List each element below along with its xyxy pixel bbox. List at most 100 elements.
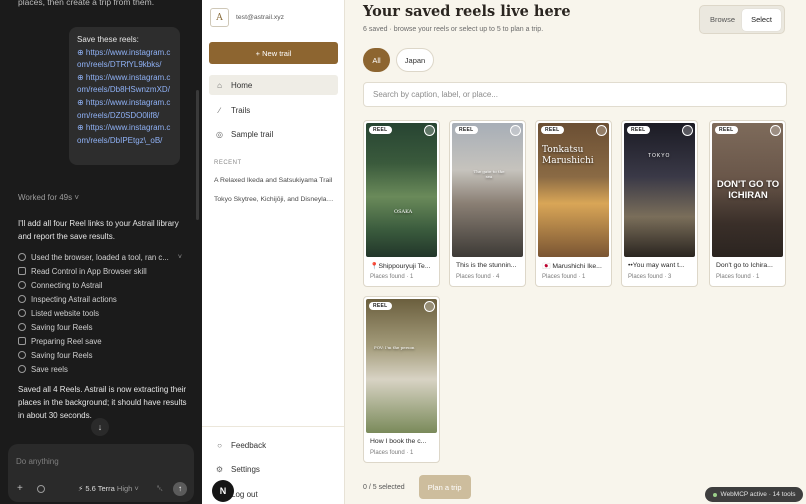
- chat-panel: places, then create a trip from them. Sa…: [0, 0, 202, 504]
- select-checkbox[interactable]: [424, 301, 435, 312]
- tool-step-label: Connecting to Astrail: [31, 280, 103, 290]
- tool-step: Listed website tools: [18, 306, 190, 320]
- tool-step-label: Used the browser, loaded a tool, ran c..…: [31, 252, 169, 262]
- reel-card[interactable]: OSAKA REEL 📍Shippouryuji Te... Places fo…: [363, 120, 440, 287]
- home-icon: ⌂: [217, 80, 222, 90]
- reel-card[interactable]: Tonkatsu Marushichi REEL 🇯🇵 Marushichi I…: [535, 120, 612, 287]
- reel-caption: How I book the c...: [370, 438, 427, 445]
- search-input[interactable]: Search by caption, label, or place...: [363, 82, 787, 107]
- user-message-title: Save these reels:: [77, 35, 139, 44]
- reel-tag: REEL: [369, 126, 392, 134]
- reel-card[interactable]: DON'T GO TO ICHIRAN REEL Don't go to Ich…: [709, 120, 786, 287]
- app-sidebar: A test@astrail.xyz + New trail ⌂ Home ∕ Tr…: [202, 0, 345, 504]
- globe-icon: [18, 351, 26, 359]
- chat-scrollbar[interactable]: [196, 90, 199, 220]
- reel-link[interactable]: ⊕ https://www.instagram.com/reels/DTRfYL…: [77, 47, 174, 72]
- reel-tag: REEL: [627, 126, 650, 134]
- reel-thumbnail: OSAKA: [366, 123, 437, 257]
- chevron-down-icon: ˅: [177, 253, 182, 261]
- tool-step: Connecting to Astrail: [18, 278, 190, 292]
- add-attachment-button[interactable]: +: [17, 483, 23, 494]
- account-header[interactable]: A test@astrail.xyz: [210, 8, 284, 27]
- browse-tab[interactable]: Browse: [703, 9, 742, 31]
- reel-caption: Don't go to Ichira...: [716, 262, 773, 269]
- globe-icon: [18, 281, 26, 289]
- tool-step-label: Saving four Reels: [31, 350, 93, 360]
- reel-card[interactable]: TOKYO REEL ••You may want t... Places fo…: [621, 120, 698, 287]
- places-found: Places found · 1: [370, 274, 414, 280]
- sidebar-item-trails[interactable]: ∕ Trails: [209, 100, 338, 120]
- reel-link[interactable]: ⊕ https://www.instagram.com/reels/DbIPEt…: [77, 122, 174, 147]
- tool-step-label: Read Control in App Browser skill: [31, 266, 147, 276]
- webmcp-status-badge[interactable]: WebMCP active · 14 tools: [705, 487, 803, 502]
- sidebar-item-label: Sample trail: [231, 129, 274, 139]
- filter-all[interactable]: All: [363, 48, 390, 72]
- tool-step: Save reels: [18, 362, 190, 376]
- new-trail-button[interactable]: + New trail: [209, 42, 338, 64]
- sidebar-item-home[interactable]: ⌂ Home: [209, 75, 338, 95]
- microphone-icon[interactable]: ␇: [157, 484, 163, 494]
- recent-trail-item[interactable]: A Relaxed Ikeda and Satsukiyama Trail: [214, 177, 334, 184]
- reel-thumbnail: TOKYO: [624, 123, 695, 257]
- send-button[interactable]: ↑: [173, 482, 187, 496]
- assistant-reply: I'll add all four Reel links to your Ast…: [18, 219, 179, 241]
- select-checkbox[interactable]: [682, 125, 693, 136]
- tool-step-label: Listed website tools: [31, 308, 100, 318]
- model-name: ⚡ 5.6 Terra: [78, 484, 115, 493]
- compass-icon: ◎: [216, 129, 223, 139]
- sidebar-item-sample-trail[interactable]: ◎ Sample trail: [209, 124, 338, 144]
- reel-link[interactable]: ⊕ https://www.instagram.com/reels/Db8HSw…: [77, 72, 174, 97]
- thumbnail-overlay-text: The gate to the sea: [473, 169, 505, 179]
- main-content: Your saved reels live here 6 saved · bro…: [345, 0, 806, 504]
- filter-japan[interactable]: Japan: [396, 48, 434, 72]
- reel-card[interactable]: POV: I'm the person REEL How I book the …: [363, 296, 440, 463]
- tool-step-label: Preparing Reel save: [31, 336, 102, 346]
- model-level: High ˅: [116, 484, 139, 493]
- reel-tag: REEL: [369, 302, 392, 310]
- trail-icon: ∕: [218, 105, 221, 115]
- select-checkbox[interactable]: [770, 125, 781, 136]
- plan-bar: 0 / 5 selected Plan a trip: [363, 475, 471, 499]
- logout-label: Log out: [231, 489, 258, 499]
- select-checkbox[interactable]: [510, 125, 521, 136]
- tool-step-label: Inspecting Astrail actions: [31, 294, 117, 304]
- places-found: Places found · 1: [370, 450, 414, 456]
- feedback-button[interactable]: ○ Feedback: [209, 435, 338, 455]
- reel-link[interactable]: ⊕ https://www.instagram.com/reels/DZ0SDO…: [77, 97, 174, 122]
- avatar: A: [210, 8, 229, 27]
- chat-input[interactable]: Do anything: [16, 457, 59, 466]
- selected-count: 0 / 5 selected: [363, 483, 405, 491]
- feedback-label: Feedback: [231, 440, 267, 450]
- scroll-down-button[interactable]: ↓: [91, 418, 109, 436]
- globe-icon: [18, 253, 26, 261]
- user-message-bubble: Save these reels: ⊕ https://www.instagra…: [69, 27, 180, 165]
- reel-card[interactable]: The gate to the sea REEL This is the stu…: [449, 120, 526, 287]
- settings-button[interactable]: ⚙ Settings: [209, 459, 338, 479]
- plan-trip-button[interactable]: Plan a trip: [418, 475, 471, 499]
- reel-thumbnail: DON'T GO TO ICHIRAN: [712, 123, 783, 257]
- reel-thumbnail: Tonkatsu Marushichi: [538, 123, 609, 257]
- assistant-summary: Saved all 4 Reels. Astrail is now extrac…: [18, 385, 187, 420]
- sidebar-item-label: Trails: [231, 105, 251, 115]
- reel-thumbnail: The gate to the sea: [452, 123, 523, 257]
- select-checkbox[interactable]: [424, 125, 435, 136]
- reel-thumbnail: POV: I'm the person: [366, 299, 437, 433]
- user-badge[interactable]: N: [212, 480, 234, 502]
- document-icon: [18, 267, 26, 275]
- thumbnail-overlay-text: OSAKA: [394, 209, 413, 215]
- globe-icon: [18, 295, 26, 303]
- worked-for-toggle[interactable]: Worked for 49s ˅: [18, 193, 79, 202]
- thumbnail-overlay-text: Tonkatsu Marushichi: [542, 145, 594, 166]
- select-tab[interactable]: Select: [742, 8, 781, 31]
- chat-bubble-icon: ○: [217, 440, 222, 450]
- model-selector[interactable]: ⚡ 5.6 Terra High ˅: [78, 484, 139, 493]
- globe-icon: [18, 323, 26, 331]
- tool-step-label: Save reels: [31, 364, 68, 374]
- recent-heading: RECENT: [214, 160, 242, 166]
- select-checkbox[interactable]: [596, 125, 607, 136]
- tool-step: Read Control in App Browser skill: [18, 264, 190, 278]
- document-icon: [18, 337, 26, 345]
- options-icon[interactable]: [37, 485, 45, 493]
- recent-trail-item[interactable]: Tokyo Skytree, Kichijōji, and Disneyland: [214, 196, 334, 203]
- tool-step[interactable]: Used the browser, loaded a tool, ran c..…: [18, 250, 190, 264]
